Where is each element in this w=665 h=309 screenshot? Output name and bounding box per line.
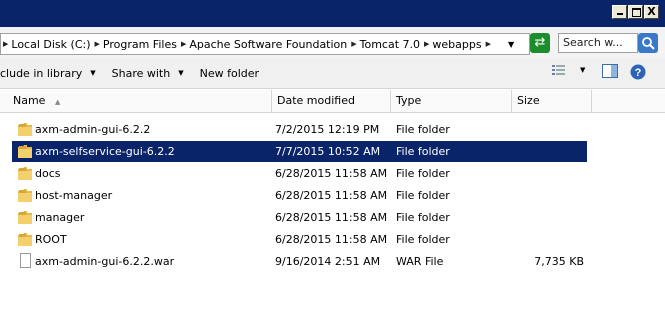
file-type: File folder [396,145,450,158]
address-bar: ▶ Local Disk (C:) ▶ Program Files ▶ Apac… [0,27,665,59]
help-button[interactable]: ? [630,64,646,80]
folder-row[interactable]: ROOT 6/28/2015 11:58 AM File folder [12,229,587,250]
column-header-name[interactable]: Name ▲ [8,90,272,112]
file-date: 6/28/2015 11:58 AM [275,233,388,246]
folder-icon [18,211,32,224]
view-options-button[interactable]: ▼ [552,64,585,76]
minimize-button[interactable] [612,5,627,19]
search-input[interactable]: Search w... [558,33,638,53]
file-type: File folder [396,123,450,136]
file-type: File folder [396,167,450,180]
folder-row[interactable]: axm-admin-gui-6.2.2 7/2/2015 12:19 PM File… [12,119,587,140]
breadcrumb-item-tomcat[interactable]: ▶ Tomcat 7.0 [349,38,422,51]
file-name: axm-admin-gui-6.2.2 [35,123,151,136]
maximize-button[interactable] [628,5,643,19]
file-type: File folder [396,211,450,224]
folder-icon [18,233,32,246]
breadcrumb-item-webapps[interactable]: ▶ webapps ▶ [422,38,493,51]
chevron-right-icon[interactable]: ▶ [351,40,356,48]
search-icon [642,37,655,50]
sort-ascending-icon: ▲ [54,98,61,106]
preview-pane-icon [602,64,618,78]
new-folder-button[interactable]: New folder [192,67,267,80]
chevron-right-icon[interactable]: ▶ [95,40,100,48]
file-date: 6/28/2015 11:58 AM [275,167,388,180]
file-date: 6/28/2015 11:58 AM [275,189,388,202]
column-header-type[interactable]: Type [391,90,512,112]
refresh-button[interactable]: ⇄ [530,33,550,53]
chevron-right-icon[interactable]: ▶ [3,40,8,48]
window-titlebar: X [0,0,665,27]
preview-pane-button[interactable] [602,64,618,78]
refresh-icon: ⇄ [534,35,546,50]
file-date: 9/16/2014 2:51 AM [275,255,381,268]
chevron-right-icon[interactable]: ▶ [181,40,186,48]
command-toolbar: clude in library ▼ Share with ▼ New fold… [0,58,665,89]
folder-icon [18,145,32,158]
folder-row[interactable]: manager 6/28/2015 11:58 AM File folder [12,207,587,228]
chevron-down-icon[interactable]: ▼ [580,66,585,74]
file-size: 7,735 KB [534,255,584,268]
breadcrumb-item-program-files[interactable]: ▶ Program Files [93,38,179,51]
file-name: manager [35,211,85,224]
file-date: 6/28/2015 11:58 AM [275,211,388,224]
folder-icon [18,189,32,202]
svg-text:?: ? [635,67,642,79]
address-history-dropdown[interactable]: ▼ [508,40,514,49]
file-icon [20,253,31,268]
file-date: 7/2/2015 12:19 PM [275,123,380,136]
file-type: WAR File [396,255,444,268]
breadcrumb[interactable]: ▶ Local Disk (C:) ▶ Program Files ▶ Apac… [0,33,530,55]
file-row[interactable]: axm-admin-gui-6.2.2.war 9/16/2014 2:51 AM… [12,251,587,272]
folder-row[interactable]: docs 6/28/2015 11:58 AM File folder [12,163,587,184]
chevron-down-icon: ▼ [90,69,96,77]
chevron-right-icon[interactable]: ▶ [424,40,429,48]
share-with-menu[interactable]: Share with ▼ [104,67,192,80]
column-header-row: Name ▲ Date modified Type Size [0,90,665,113]
file-type: File folder [396,189,450,202]
folder-row[interactable]: axm-selfservice-gui-6.2.2 7/7/2015 10:52 … [12,141,587,162]
file-type: File folder [396,233,450,246]
file-name: host-manager [35,189,113,202]
search-button[interactable] [638,33,658,53]
file-date: 7/7/2015 10:52 AM [275,145,381,158]
view-list-icon [552,65,565,75]
folder-icon [18,123,32,136]
file-name: ROOT [35,233,67,246]
help-icon: ? [630,64,646,80]
file-name: axm-selfservice-gui-6.2.2 [35,145,175,158]
chevron-down-icon: ▼ [178,69,184,77]
folder-icon [18,167,32,180]
file-name: axm-admin-gui-6.2.2.war [35,255,175,268]
file-name: docs [35,167,61,180]
breadcrumb-item-apache[interactable]: ▶ Apache Software Foundation [179,38,349,51]
close-button[interactable]: X [644,5,659,19]
folder-row[interactable]: host-manager 6/28/2015 11:58 AM File folde… [12,185,587,206]
breadcrumb-item-local-disk[interactable]: ▶ Local Disk (C:) [1,38,93,51]
column-header-date[interactable]: Date modified [272,90,391,112]
column-header-size[interactable]: Size [512,90,592,112]
chevron-right-icon[interactable]: ▶ [486,40,491,48]
include-in-library-menu[interactable]: clude in library ▼ [0,67,104,80]
